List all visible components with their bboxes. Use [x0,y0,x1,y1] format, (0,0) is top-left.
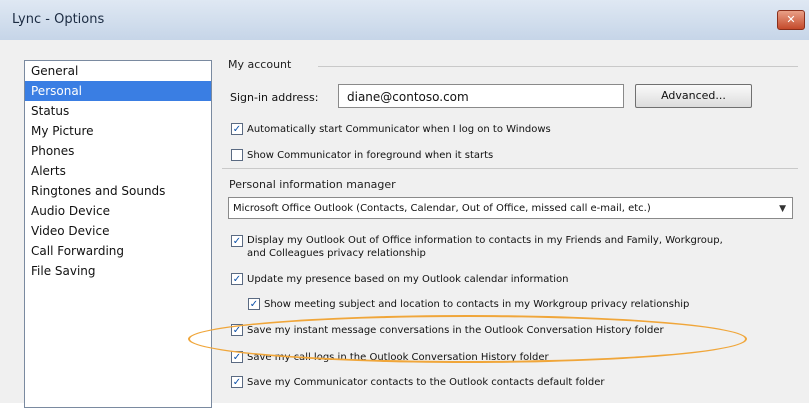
options-nav-list: General Personal Status My Picture Phone… [24,60,212,408]
window-title: Lync - Options [12,12,105,27]
pim-divider-top [222,168,798,169]
nav-item-alerts[interactable]: Alerts [25,161,211,181]
nav-item-status[interactable]: Status [25,101,211,121]
foreground-label: Show Communicator in foreground when it … [247,150,494,161]
show-meeting-label: Show meeting subject and location to con… [264,299,690,310]
nav-item-video-device[interactable]: Video Device [25,221,211,241]
signin-address-input[interactable]: diane@contoso.com [338,84,624,108]
show-meeting-checkbox[interactable]: ✓ [248,298,260,310]
pim-heading: Personal information manager [229,178,396,191]
pim-dropdown-value: Microsoft Office Outlook (Contacts, Cale… [233,203,651,214]
nav-item-personal[interactable]: Personal [25,81,211,101]
close-button[interactable]: ✕ [777,10,805,30]
foreground-checkbox[interactable] [231,149,243,161]
nav-item-phones[interactable]: Phones [25,141,211,161]
display-ooo-label-line2: and Colleagues privacy relationship [247,248,426,259]
my-account-divider [318,66,798,67]
auto-start-label: Automatically start Communicator when I … [247,124,551,135]
options-window: Lync - Options ✕ General Personal Status… [0,0,809,408]
signin-label: Sign-in address: [230,91,319,104]
save-contacts-label: Save my Communicator contacts to the Out… [247,377,605,388]
update-presence-checkbox[interactable]: ✓ [231,273,243,285]
advanced-button[interactable]: Advanced... [635,84,752,108]
display-ooo-label: Display my Outlook Out of Office informa… [247,234,723,260]
title-bar[interactable]: Lync - Options ✕ [0,0,809,41]
chevron-down-icon: ▼ [779,204,786,214]
display-ooo-checkbox[interactable]: ✓ [231,235,243,247]
nav-item-file-saving[interactable]: File Saving [25,261,211,281]
nav-item-general[interactable]: General [25,61,211,81]
nav-item-call-forwarding[interactable]: Call Forwarding [25,241,211,261]
pim-dropdown[interactable]: Microsoft Office Outlook (Contacts, Cale… [228,197,793,219]
my-account-heading: My account [228,58,292,71]
update-presence-label: Update my presence based on my Outlook c… [247,274,569,285]
save-contacts-checkbox[interactable]: ✓ [231,376,243,388]
nav-item-my-picture[interactable]: My Picture [25,121,211,141]
nav-item-ringtones-and-sounds[interactable]: Ringtones and Sounds [25,181,211,201]
highlight-ellipse [188,315,747,363]
auto-start-checkbox[interactable]: ✓ [231,123,243,135]
nav-item-audio-device[interactable]: Audio Device [25,201,211,221]
display-ooo-label-line1: Display my Outlook Out of Office informa… [247,235,723,246]
